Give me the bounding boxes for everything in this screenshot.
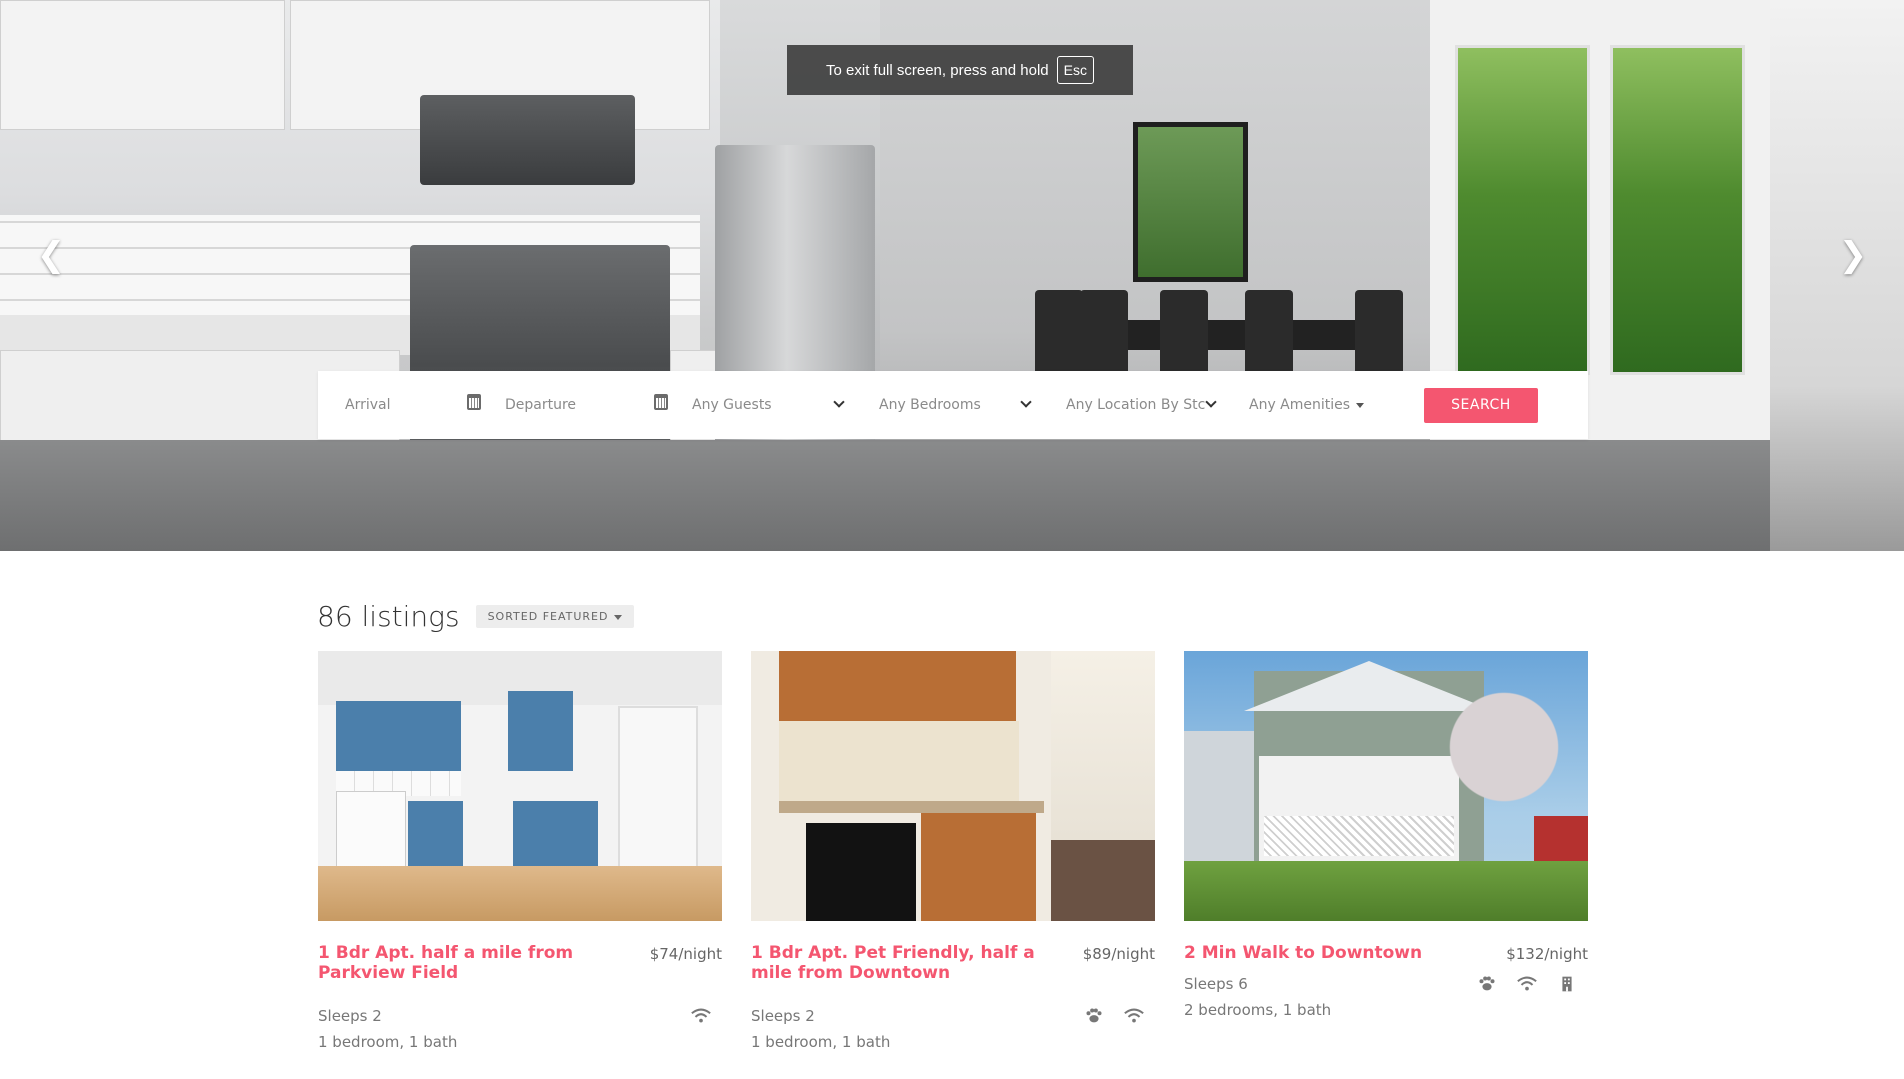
floor — [0, 440, 1904, 551]
bedrooms-value: Any Bedrooms — [879, 397, 981, 413]
listing-price: $89/night — [1082, 945, 1155, 963]
chevron-down-icon — [1205, 396, 1217, 408]
amenities-value: Any Amenities — [1249, 397, 1351, 413]
search-bar: Arrival Departure Any Guests Any Bedroom… — [318, 371, 1588, 439]
upper-cabinet — [0, 0, 285, 130]
esc-key-badge: Esc — [1056, 56, 1094, 84]
arrival-field[interactable]: Arrival — [318, 371, 505, 439]
listing-sleeps: Sleeps 2 — [751, 1007, 815, 1025]
wifi-icon — [691, 1008, 711, 1023]
door-glass — [1610, 45, 1745, 375]
listing-rooms: 1 bedroom, 1 bath — [751, 1033, 891, 1051]
listing-title[interactable]: 1 Bdr Apt. Pet Friendly, half a mile fro… — [751, 943, 1071, 983]
sort-dropdown[interactable]: SORTED FEATURED — [475, 605, 635, 628]
chevron-right-icon[interactable]: ❯ — [1838, 238, 1868, 272]
listing-card[interactable]: 1 Bdr Apt. half a mile from Parkview Fie… — [318, 651, 722, 1055]
sort-label: SORTED FEATURED — [487, 610, 609, 623]
building-icon — [1562, 976, 1572, 992]
listing-title[interactable]: 1 Bdr Apt. half a mile from Parkview Fie… — [318, 943, 638, 983]
fullscreen-toast: To exit full screen, press and hold Esc — [787, 45, 1133, 95]
arrival-placeholder: Arrival — [345, 397, 391, 413]
location-select[interactable]: Any Location By Stc — [1066, 371, 1249, 439]
listing-card[interactable]: 1 Bdr Apt. Pet Friendly, half a mile fro… — [751, 651, 1155, 1055]
listings-count: 86 listings — [317, 600, 460, 633]
window — [1133, 122, 1248, 282]
listing-price: $74/night — [649, 945, 722, 963]
listing-photo[interactable] — [318, 651, 722, 921]
door-glass — [1455, 45, 1590, 375]
bedrooms-select[interactable]: Any Bedrooms — [879, 371, 1066, 439]
paw-icon — [1086, 1008, 1102, 1023]
listing-sleeps: Sleeps 2 — [318, 1007, 382, 1025]
listing-card[interactable]: 2 Min Walk to Downtown $132/night Sleeps… — [1184, 651, 1588, 1023]
guests-value: Any Guests — [692, 397, 772, 413]
wifi-icon — [1124, 1008, 1144, 1023]
hero-carousel: ❮ ❯ To exit full screen, press and hold … — [0, 0, 1904, 551]
fullscreen-toast-text: To exit full screen, press and hold — [826, 61, 1049, 79]
wifi-icon — [1517, 976, 1537, 991]
listing-rooms: 2 bedrooms, 1 bath — [1184, 1001, 1332, 1019]
location-value: Any Location By Stc — [1066, 397, 1206, 413]
listing-photo[interactable] — [1184, 651, 1588, 921]
calendar-icon — [654, 394, 668, 410]
chevron-left-icon[interactable]: ❮ — [36, 238, 66, 272]
departure-placeholder: Departure — [505, 397, 577, 413]
search-button[interactable]: SEARCH — [1424, 387, 1538, 423]
listing-sleeps: Sleeps 6 — [1184, 975, 1248, 993]
amenities-select[interactable]: Any Amenities — [1249, 371, 1424, 439]
microwave — [420, 95, 635, 185]
chevron-down-icon — [1020, 396, 1032, 408]
departure-field[interactable]: Departure — [505, 371, 692, 439]
chevron-down-icon — [833, 396, 845, 408]
calendar-icon — [467, 394, 481, 410]
guests-select[interactable]: Any Guests — [692, 371, 879, 439]
caret-down-icon — [1356, 402, 1365, 408]
listing-photo[interactable] — [751, 651, 1155, 921]
right-wall — [1770, 0, 1904, 551]
paw-icon — [1479, 976, 1495, 991]
listing-rooms: 1 bedroom, 1 bath — [318, 1033, 458, 1051]
caret-down-icon — [614, 614, 623, 620]
listing-price: $132/night — [1506, 945, 1588, 963]
listings-header: 86 listings SORTED FEATURED — [317, 600, 635, 633]
listing-title[interactable]: 2 Min Walk to Downtown — [1184, 943, 1504, 963]
